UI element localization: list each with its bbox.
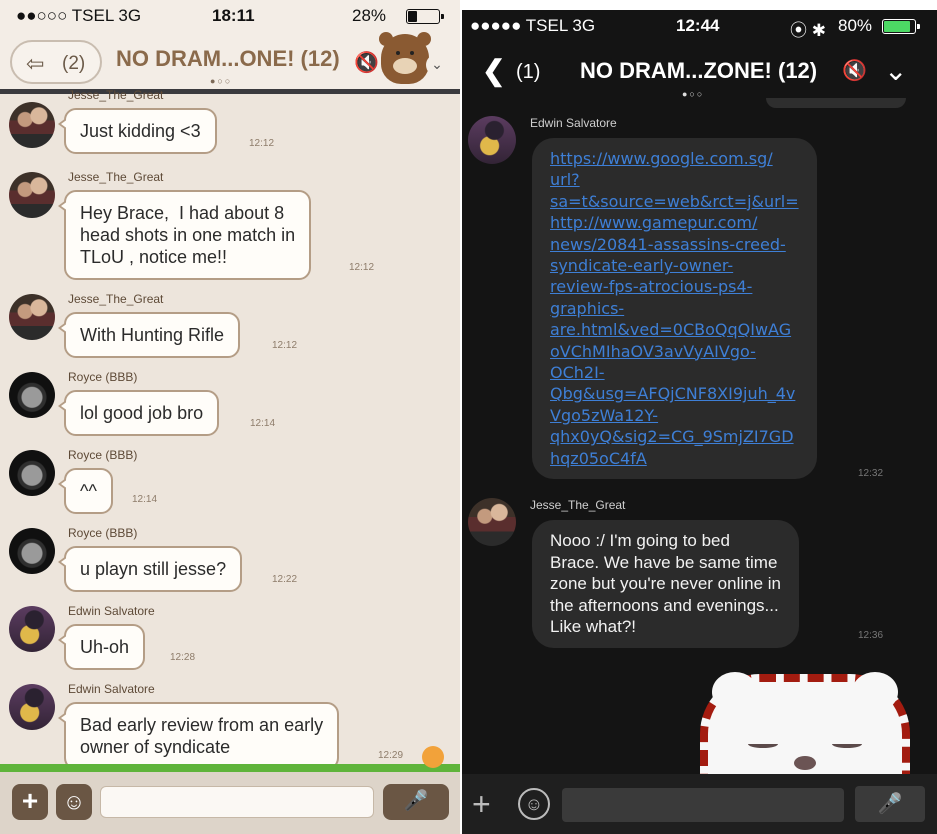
timestamp: 12:29 <box>378 750 404 761</box>
emoji-button[interactable]: ☺ <box>518 788 550 820</box>
avatar[interactable] <box>468 116 516 164</box>
back-arrow-icon: ⇦ <box>26 51 45 76</box>
message-bubble[interactable]: lol good job bro <box>57 390 220 436</box>
sticker-icon <box>422 746 444 768</box>
message-bubble[interactable]: ^^ <box>58 468 113 514</box>
page-indicator: ●○○ <box>682 89 705 99</box>
carrier-label: ●●○○○ TSEL 3G <box>16 6 142 25</box>
unread-count: (2) <box>62 53 86 74</box>
message-bubble[interactable]: With Hunting Rifle <box>57 312 241 358</box>
sender-name: Jesse_The_Great <box>68 170 164 184</box>
avatar[interactable] <box>9 450 55 496</box>
chat-header: ❮ (1) NO DRAM...ZONE! (12) ●○○ 🔇 ⌄ <box>462 40 937 102</box>
sender-name: Royce (BBB) <box>68 370 138 384</box>
sender-name: Jesse_The_Great <box>68 88 164 102</box>
message-bubble[interactable]: Hey Brace, I had about 8 head shots in o… <box>57 190 312 280</box>
bear-sticker-icon <box>379 32 431 84</box>
status-bar: ●●○○○ TSEL 3G 18:11 28% <box>0 0 460 32</box>
chat-title[interactable]: NO DRAM...ONE! (12) <box>116 46 340 72</box>
sender-name: Edwin Salvatore <box>530 116 617 130</box>
chevron-down-icon[interactable]: ⌄ <box>426 54 448 76</box>
left-screen: ●●○○○ TSEL 3G 18:11 28% ⇦ (2) NO DRAM...… <box>0 0 460 834</box>
sender-name: Royce (BBB) <box>68 448 138 462</box>
sender-name: Jesse_The_Great <box>530 498 626 512</box>
timestamp: 12:32 <box>858 468 884 479</box>
timestamp: 12:12 <box>249 138 275 149</box>
avatar[interactable] <box>9 372 55 418</box>
message-input[interactable] <box>562 788 844 822</box>
clock: 18:11 <box>212 6 255 25</box>
timestamp: 12:14 <box>132 494 158 505</box>
emoji-button[interactable]: ☺ <box>56 784 92 820</box>
link-bubble[interactable]: https://www.google.com.sg/ url? sa=t&sou… <box>532 138 817 480</box>
battery-percent: 28% <box>352 6 387 25</box>
status-bar: ●●●●● TSEL 3G 12:44 ⦿ ✱ 80% <box>462 10 937 40</box>
sender-name: Royce (BBB) <box>68 526 138 540</box>
chevron-down-icon[interactable]: ⌄ <box>884 54 907 87</box>
timestamp: 12:14 <box>250 418 276 429</box>
timestamp: 12:12 <box>272 340 298 351</box>
battery-icon <box>406 9 444 24</box>
input-bar: + ☺ 🎤 <box>462 774 937 834</box>
back-button[interactable]: ⇦ (2) <box>10 40 102 84</box>
input-bar: + ☺ 🎤 <box>0 772 460 834</box>
avatar[interactable] <box>9 606 55 652</box>
avatar[interactable] <box>9 684 55 730</box>
clock: 12:44 <box>676 16 720 35</box>
plus-icon[interactable]: + <box>472 786 491 823</box>
avatar[interactable] <box>9 294 55 340</box>
avatar[interactable] <box>9 528 55 574</box>
timestamp: 12:12 <box>349 262 375 273</box>
plus-button[interactable]: + <box>12 784 48 820</box>
timestamp: 12:22 <box>272 574 298 585</box>
battery-percent: 80% <box>838 16 873 35</box>
microphone-button[interactable]: 🎤 <box>855 786 925 822</box>
carrier-label: ●●●●● TSEL 3G <box>470 16 596 35</box>
sender-name: Edwin Salvatore <box>68 682 155 696</box>
message-list[interactable]: Jesse_The_Great Just kidding <3 12:12 Je… <box>0 88 460 770</box>
timestamp: 12:28 <box>170 652 196 663</box>
message-input[interactable] <box>100 786 374 818</box>
mute-icon[interactable]: 🔇 <box>842 58 867 83</box>
chat-title[interactable]: NO DRAM...ZONE! (12) <box>580 58 817 84</box>
avatar[interactable] <box>9 172 55 218</box>
mute-icon[interactable]: 🔇 <box>354 50 379 75</box>
microphone-button[interactable]: 🎤 <box>383 784 449 820</box>
message-bubble[interactable]: Uh-oh <box>57 624 146 670</box>
bluetooth-icon: ⦿ ✱ <box>790 21 826 40</box>
avatar[interactable] <box>468 498 516 546</box>
battery-icon <box>882 19 920 34</box>
message-bubble[interactable]: Bad early review from an early owner of … <box>57 702 340 770</box>
message-bubble-partial <box>766 98 906 108</box>
avatar[interactable] <box>9 102 55 148</box>
back-arrow-icon[interactable]: ❮ <box>482 54 505 87</box>
chat-header: ⇦ (2) NO DRAM...ONE! (12) ●○○ 🔇 ⌄ <box>0 32 460 94</box>
grass-decoration <box>0 764 460 772</box>
message-bubble[interactable]: Just kidding <3 <box>58 108 217 154</box>
page-indicator: ●○○ <box>210 76 233 86</box>
right-screen: ●●●●● TSEL 3G 12:44 ⦿ ✱ 80% ❮ (1) NO DRA… <box>462 10 937 834</box>
sender-name: Jesse_The_Great <box>68 292 164 306</box>
message-bubble[interactable]: Nooo :/ I'm going to bed Brace. We have … <box>532 520 800 648</box>
timestamp: 12:36 <box>858 630 884 641</box>
unread-count[interactable]: (1) <box>516 61 540 84</box>
sender-name: Edwin Salvatore <box>68 604 155 618</box>
message-bubble[interactable]: u playn still jesse? <box>57 546 243 592</box>
